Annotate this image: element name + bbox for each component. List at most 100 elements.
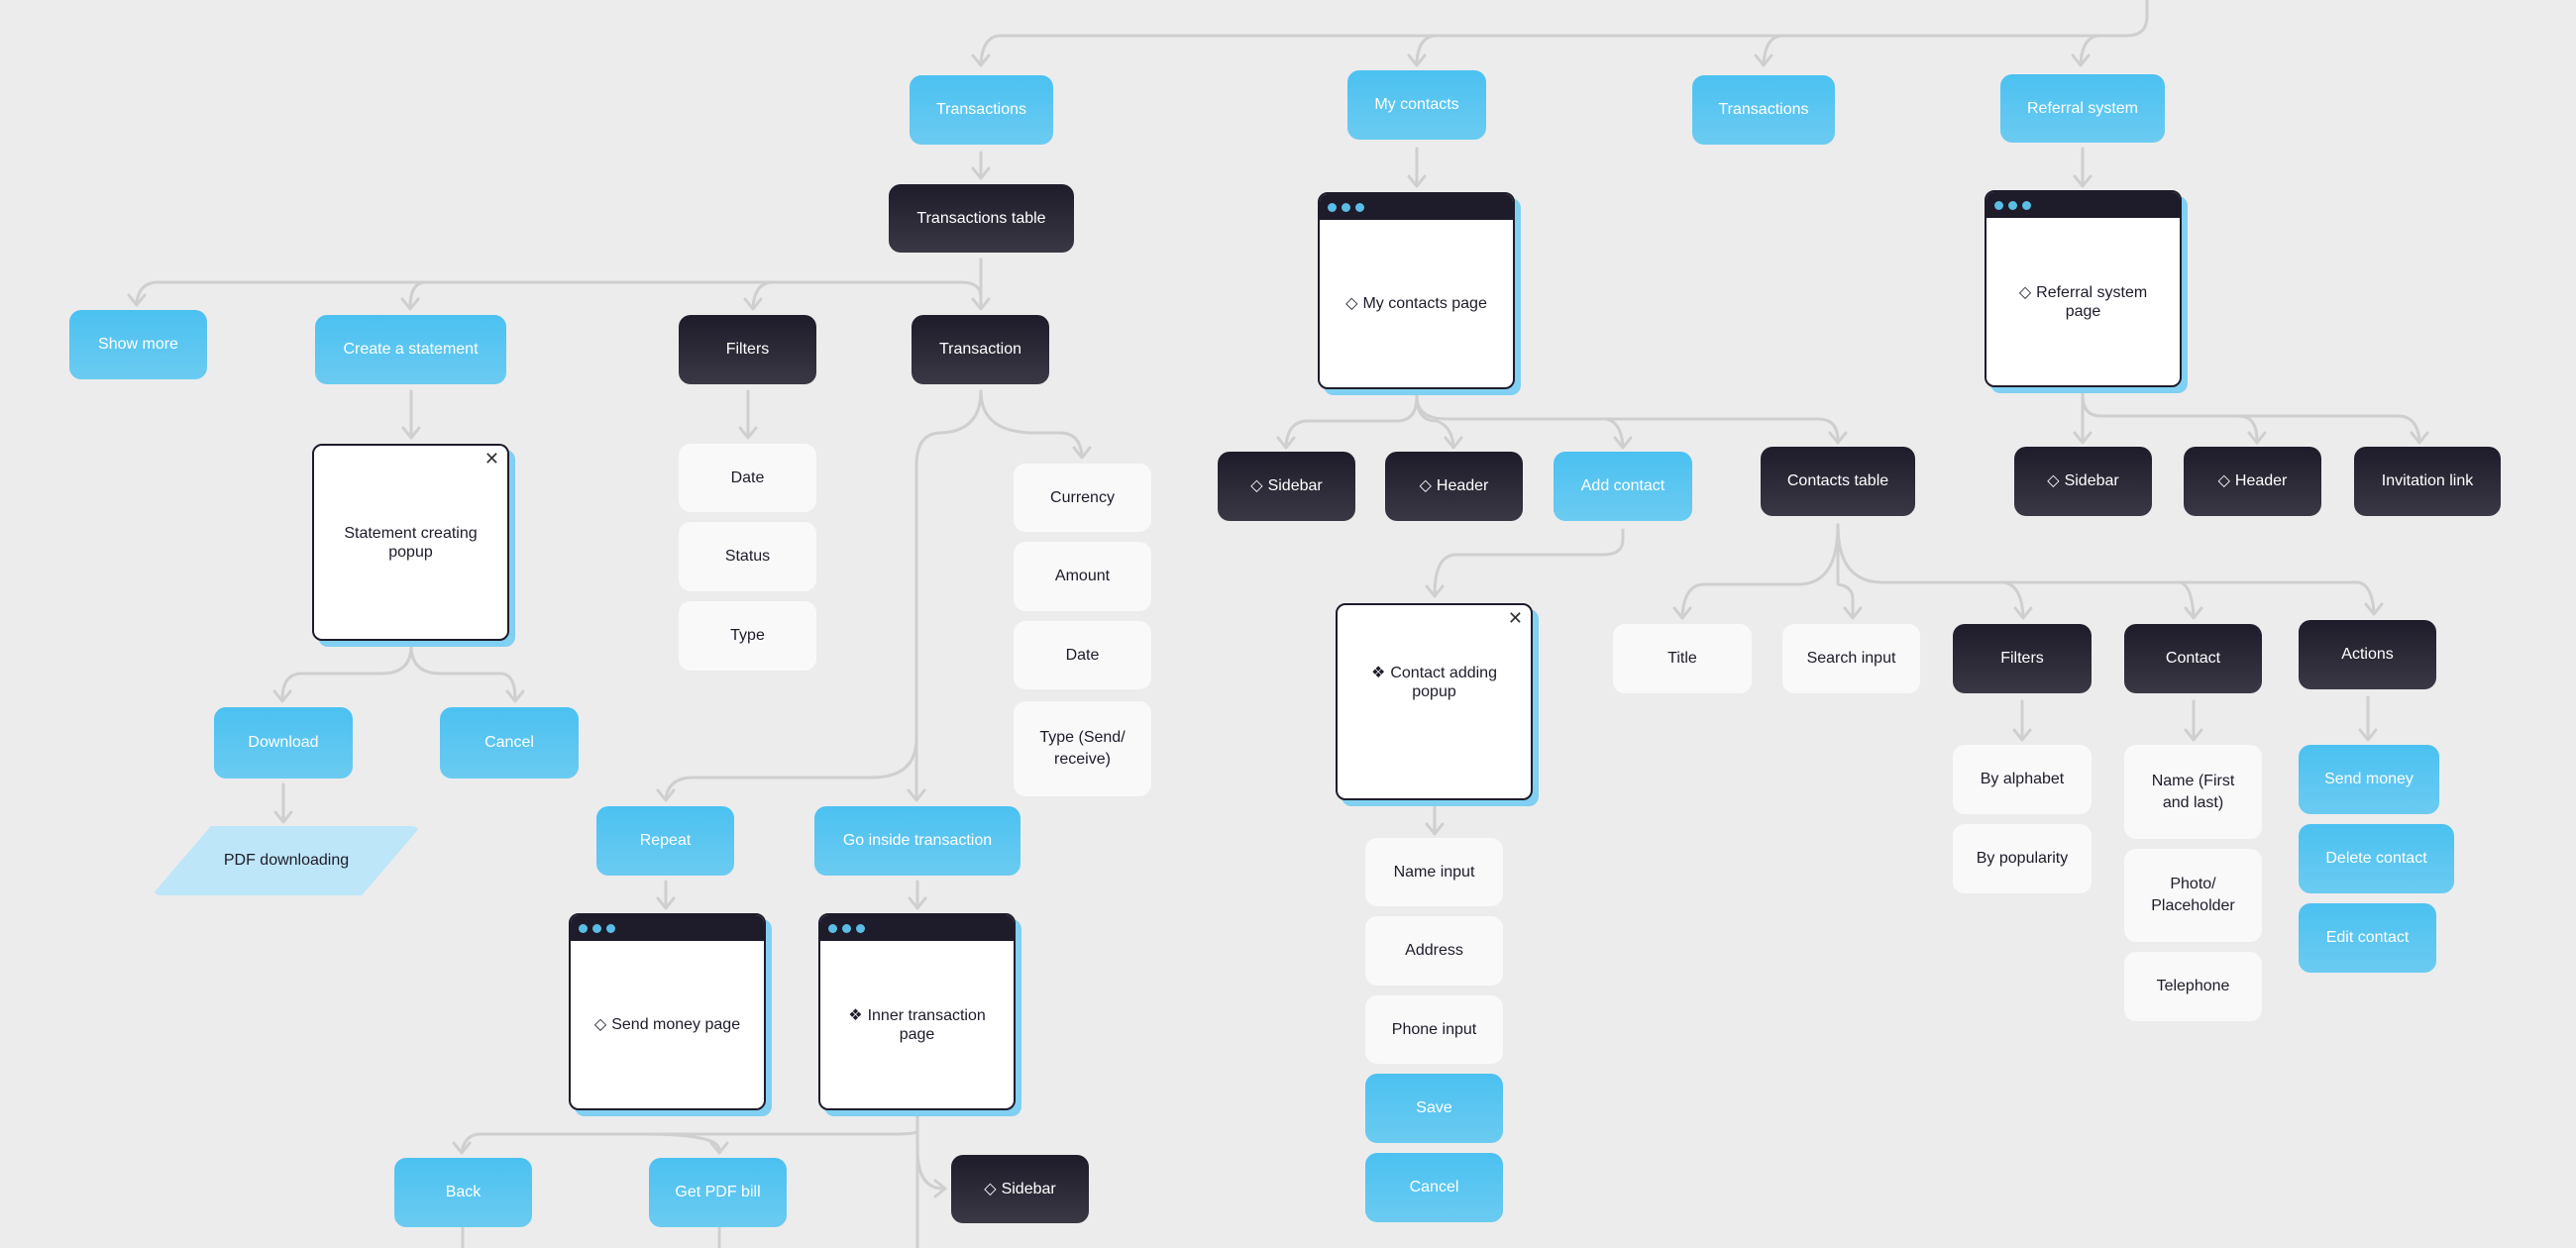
table-title-node[interactable]: Title [1613, 624, 1752, 693]
transactions-node-2[interactable]: Transactions [1692, 75, 1835, 145]
window-frame: ◇ Send money page [569, 913, 766, 1110]
back-node[interactable]: Back [394, 1158, 532, 1227]
filter-status-node[interactable]: Status [679, 522, 816, 591]
window-body: ❖ Inner transaction page [820, 941, 1014, 1108]
transaction-currency-node[interactable]: Currency [1014, 464, 1151, 532]
contacts-header-node[interactable]: ◇ Header [1385, 452, 1523, 521]
node-label: Header [2234, 472, 2288, 489]
node-label: Search input [1806, 650, 1896, 667]
popup-cancel-node[interactable]: Cancel [1365, 1153, 1503, 1222]
node-label: Filters [725, 341, 770, 358]
transaction-amount-node[interactable]: Amount [1014, 542, 1151, 611]
contact-name-node[interactable]: Name (First and last) [2124, 745, 2262, 839]
inner-transaction-page-window[interactable]: ❖ Inner transaction page [818, 913, 1021, 1116]
contact-photo-node[interactable]: Photo/ Placeholder [2124, 849, 2262, 942]
transaction-node[interactable]: Transaction [912, 315, 1049, 384]
node-label: Contacts table [1786, 472, 1889, 489]
node-label: PDF downloading [223, 852, 350, 869]
node-label: Name input [1393, 863, 1475, 881]
close-icon[interactable]: ✕ [484, 450, 499, 468]
window-dot-icon [606, 923, 615, 933]
component-icon: ◇ [2217, 472, 2230, 489]
popup-body: ❖ Contact adding popup [1338, 605, 1531, 798]
node-label: Amount [1054, 568, 1111, 584]
window-dot-icon [842, 923, 851, 933]
referral-system-page-window[interactable]: ◇ Referral system page [1985, 190, 2188, 393]
window-dot-icon [592, 923, 601, 933]
transaction-date-node[interactable]: Date [1014, 621, 1151, 689]
instance-icon: ❖ [848, 1006, 863, 1024]
go-inside-transaction-node[interactable]: Go inside transaction [814, 806, 1020, 876]
window-title: Inner transaction page [867, 1006, 986, 1043]
window-body: ◇ Referral system page [1986, 218, 2180, 385]
filter-date-node[interactable]: Date [679, 444, 816, 512]
by-popularity-node[interactable]: By popularity [1953, 824, 2092, 893]
node-label: Back [445, 1184, 482, 1200]
statement-cancel-node[interactable]: Cancel [440, 707, 579, 779]
delete-contact-node[interactable]: Delete contact [2299, 824, 2454, 893]
contact-telephone-node[interactable]: Telephone [2124, 952, 2262, 1021]
popup-frame: ❖ Contact adding popup [1336, 603, 1533, 800]
my-contacts-node[interactable]: My contacts [1347, 70, 1486, 140]
address-node[interactable]: Address [1365, 916, 1503, 986]
my-contacts-page-window[interactable]: ◇ My contacts page [1318, 192, 1521, 395]
inner-sidebar-node[interactable]: ◇ Sidebar [951, 1155, 1089, 1223]
node-label: Transactions [1718, 101, 1809, 118]
node-label: Create a statement [343, 341, 479, 358]
table-filters-node[interactable]: Filters [1953, 624, 2092, 693]
window-titlebar [1320, 194, 1513, 220]
transactions-node[interactable]: Transactions [910, 75, 1053, 145]
node-label: Name (First and last) [2151, 772, 2235, 811]
save-node[interactable]: Save [1365, 1074, 1503, 1143]
component-icon: ◇ [984, 1180, 997, 1197]
transactions-table-node[interactable]: Transactions table [889, 184, 1074, 253]
send-money-page-window[interactable]: ◇ Send money page [569, 913, 772, 1116]
table-contact-node[interactable]: Contact [2124, 624, 2262, 693]
window-dot-icon [856, 923, 865, 933]
transaction-filters-node[interactable]: Filters [679, 315, 816, 384]
repeat-node[interactable]: Repeat [596, 806, 734, 876]
node-label: Get PDF bill [675, 1184, 761, 1200]
node-label: By popularity [1976, 850, 2069, 867]
by-alphabet-node[interactable]: By alphabet [1953, 745, 2092, 814]
component-icon: ◇ [1250, 477, 1263, 494]
window-dot-icon [2008, 200, 2017, 210]
window-titlebar [1986, 192, 2180, 218]
download-node[interactable]: Download [214, 707, 353, 779]
window-dot-icon [1328, 202, 1337, 212]
invitation-link-node[interactable]: Invitation link [2354, 447, 2501, 516]
table-actions-node[interactable]: Actions [2299, 620, 2436, 689]
node-label: Telephone [2156, 978, 2230, 994]
contacts-table-node[interactable]: Contacts table [1761, 447, 1915, 516]
node-label: Type (Send/ receive) [1039, 729, 1126, 768]
window-dot-icon [828, 923, 837, 933]
phone-input-node[interactable]: Phone input [1365, 995, 1503, 1064]
contact-adding-popup[interactable]: ❖ Contact adding popup ✕ [1336, 603, 1539, 806]
table-search-input-node[interactable]: Search input [1782, 624, 1920, 693]
send-money-node[interactable]: Send money [2299, 745, 2439, 814]
transaction-type-node[interactable]: Type (Send/ receive) [1014, 701, 1151, 796]
close-icon[interactable]: ✕ [1508, 609, 1523, 627]
component-icon: ◇ [1419, 477, 1432, 494]
node-label: Download [248, 734, 319, 751]
name-input-node[interactable]: Name input [1365, 838, 1503, 906]
show-more-node[interactable]: Show more [69, 310, 207, 379]
window-title: Send money page [611, 1016, 741, 1033]
referral-header-node[interactable]: ◇ Header [2184, 447, 2321, 516]
edit-contact-node[interactable]: Edit contact [2299, 903, 2436, 973]
referral-sidebar-node[interactable]: ◇ Sidebar [2014, 447, 2152, 516]
statement-creating-popup[interactable]: Statement creating popup ✕ [312, 444, 515, 647]
popup-title: Statement creating popup [344, 524, 478, 561]
referral-system-node[interactable]: Referral system [2000, 74, 2165, 143]
window-body: ◇ Send money page [571, 941, 764, 1108]
node-label: Date [730, 468, 765, 486]
get-pdf-bill-node[interactable]: Get PDF bill [649, 1158, 787, 1227]
create-statement-node[interactable]: Create a statement [315, 315, 506, 384]
node-label: Go inside transaction [842, 832, 993, 849]
contacts-sidebar-node[interactable]: ◇ Sidebar [1218, 452, 1355, 521]
add-contact-node[interactable]: Add contact [1554, 452, 1692, 521]
node-label: Actions [2341, 646, 2394, 663]
filter-type-node[interactable]: Type [679, 601, 816, 671]
node-label: Sidebar [2064, 472, 2119, 489]
window-dot-icon [2022, 200, 2031, 210]
